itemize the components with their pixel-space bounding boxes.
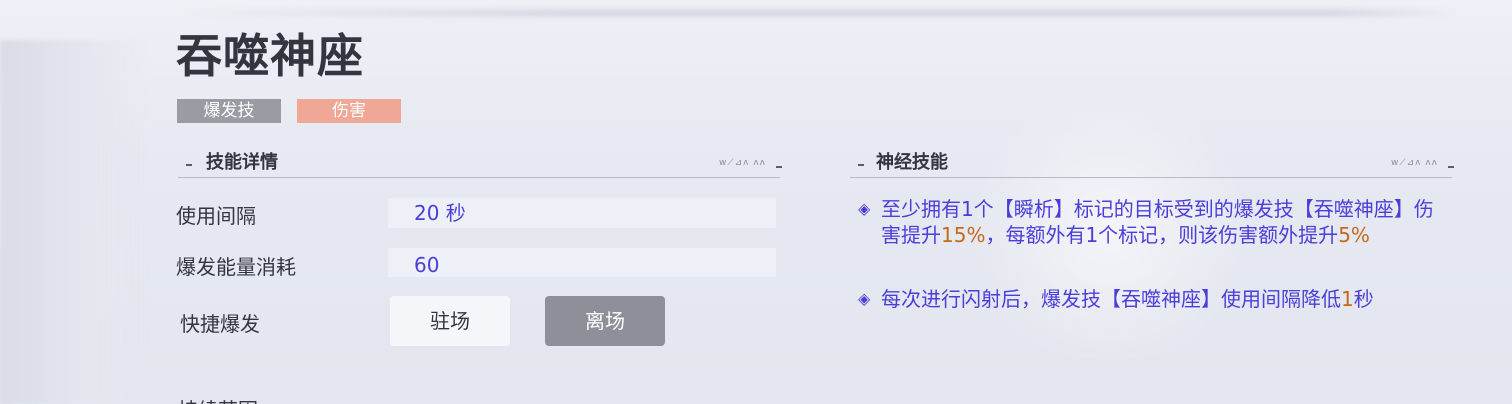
background-decor-line (180, 10, 1460, 16)
neural-effect-2: ◈ 每次进行闪射后，爆发技【吞噬神座】使用间隔降低1秒 (858, 286, 1448, 312)
section-title: 神经技能 (876, 152, 948, 173)
effect-highlight-value: 5% (1338, 223, 1370, 247)
effect-text-part: ，每额外有1个标记，则该伤害额外提升 (985, 223, 1339, 247)
neural-effect-1: ◈ 至少拥有1个【瞬析】标记的目标受到的爆发技【吞噬神座】伤害提升15%，每额外… (858, 196, 1448, 248)
skill-title: 吞噬神座 (176, 29, 364, 83)
tag-burst-skill: 爆发技 (177, 99, 281, 123)
interval-label: 使用间隔 (176, 204, 256, 228)
interval-value: 20 秒 (388, 198, 776, 228)
energy-cost-value: 60 (388, 248, 776, 277)
diamond-bullet-icon: ◈ (858, 289, 871, 308)
header-dash-left (858, 164, 864, 166)
effect-text-part: 秒 (1353, 287, 1374, 311)
header-dash-right (1448, 166, 1454, 168)
tag-damage: 伤害 (297, 99, 401, 123)
diamond-bullet-icon: ◈ (858, 199, 871, 218)
section-header-skill-details: 技能详情 ᴡ⟋⊿ᴧ ᴧᴧ (178, 148, 782, 178)
section-header-neural-skill: 神经技能 ᴡ⟋⊿ᴧ ᴧᴧ (850, 148, 1454, 178)
duration-range-label: 持续范围 (178, 394, 258, 404)
effect-text-part: 每次进行闪射后，爆发技【吞噬神座】使用间隔降低 (881, 287, 1341, 311)
background-left-panel (0, 40, 150, 404)
header-dash-left (186, 164, 192, 166)
header-dash-right (776, 166, 782, 168)
quick-burst-label: 快捷爆发 (180, 312, 260, 336)
effect-highlight-value: 1 (1341, 287, 1354, 311)
energy-cost-label: 爆发能量消耗 (176, 255, 296, 279)
header-decoration-glyphs: ᴡ⟋⊿ᴧ ᴧᴧ (1390, 158, 1438, 168)
stay-button[interactable]: 驻场 (390, 296, 510, 346)
effect-highlight-value: 15% (941, 223, 986, 247)
header-decoration-glyphs: ᴡ⟋⊿ᴧ ᴧᴧ (718, 158, 766, 168)
section-title: 技能详情 (206, 152, 278, 173)
leave-button[interactable]: 离场 (545, 296, 665, 346)
effect-text: 每次进行闪射后，爆发技【吞噬神座】使用间隔降低1秒 (858, 286, 1448, 312)
effect-text: 至少拥有1个【瞬析】标记的目标受到的爆发技【吞噬神座】伤害提升15%，每额外有1… (858, 196, 1448, 248)
